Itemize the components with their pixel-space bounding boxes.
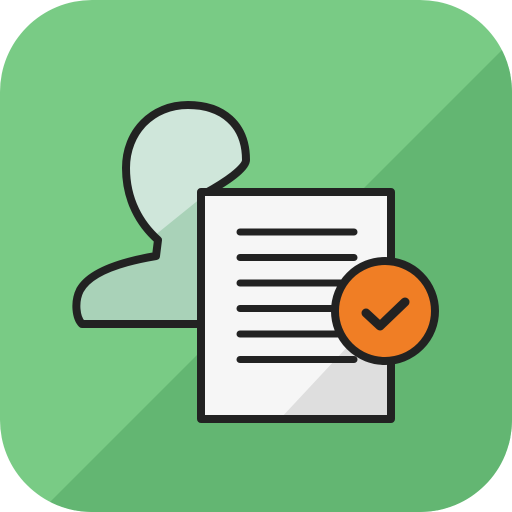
check-badge-icon — [331, 257, 439, 365]
user-document-approved-icon — [0, 0, 512, 512]
app-icon[interactable] — [0, 0, 512, 512]
